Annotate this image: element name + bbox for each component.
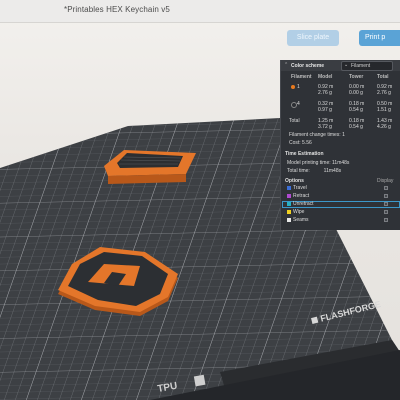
filament-1-tower-g: 0.00 g bbox=[349, 90, 363, 96]
retract-display-checkbox[interactable] bbox=[384, 194, 388, 198]
filament-4-total-g: 1.51 g bbox=[377, 107, 391, 113]
travel-swatch bbox=[287, 186, 291, 190]
filament-4-model-g: 0.97 g bbox=[318, 107, 332, 113]
col-total: Total bbox=[377, 74, 389, 80]
cost-value: Cost: 5.56 bbox=[289, 140, 312, 146]
collapse-icon[interactable]: ⌃ bbox=[284, 62, 288, 68]
unretract-swatch bbox=[287, 202, 291, 206]
col-model: Model bbox=[318, 74, 333, 80]
total-label: Total bbox=[289, 118, 300, 124]
chevron-down-icon: ⌄ bbox=[344, 62, 349, 68]
wipe-swatch bbox=[287, 210, 291, 214]
option-unretract: Unretract bbox=[293, 201, 314, 207]
filament-1-swatch bbox=[291, 85, 295, 89]
seams-swatch bbox=[287, 218, 291, 222]
filament-4-id: 4 bbox=[297, 101, 300, 107]
wipe-display-checkbox[interactable] bbox=[384, 210, 388, 214]
col-tower: Tower bbox=[349, 74, 364, 80]
filament-1-id: 1 bbox=[297, 84, 300, 90]
slice-statistics-panel: ⌃ Color scheme ⌄ Filament Filament Model… bbox=[280, 60, 400, 230]
filament-1-model-g: 2.76 g bbox=[318, 90, 332, 96]
option-wipe: Wipe bbox=[293, 209, 305, 215]
color-scheme-select[interactable]: ⌄ Filament bbox=[341, 61, 393, 71]
col-filament: Filament bbox=[291, 74, 312, 80]
filament-4-tower-g: 0.54 g bbox=[349, 107, 363, 113]
total-model-g: 3.72 g bbox=[318, 124, 332, 130]
option-travel: Travel bbox=[293, 185, 307, 191]
3d-viewport[interactable]: *Printables HEX Keychain v5 Slice plate … bbox=[0, 0, 400, 400]
total-total-g: 4.26 g bbox=[377, 124, 391, 130]
color-scheme-value: Filament bbox=[351, 63, 371, 69]
color-scheme-label: Color scheme bbox=[291, 63, 325, 69]
option-retract: Retract bbox=[293, 193, 310, 199]
rectangular-part bbox=[104, 150, 196, 184]
model-printing-time: Model printing time: 11m48s bbox=[287, 160, 350, 166]
filament-1-total-g: 2.76 g bbox=[377, 90, 391, 96]
filament-change-times: Filament change times: 1 bbox=[289, 132, 345, 138]
time-estimation-title: Time Estimation bbox=[285, 151, 324, 157]
option-seams: Seams bbox=[293, 217, 309, 223]
retract-swatch bbox=[287, 194, 291, 198]
display-column-label: Display bbox=[377, 178, 394, 184]
unretract-display-checkbox[interactable] bbox=[384, 202, 388, 206]
travel-display-checkbox[interactable] bbox=[384, 186, 388, 190]
color-scheme-header: ⌃ Color scheme ⌄ Filament bbox=[281, 60, 400, 71]
total-tower-g: 0.54 g bbox=[349, 124, 363, 130]
total-time: Total time: 11m48s bbox=[287, 168, 342, 174]
options-title: Options bbox=[285, 178, 304, 184]
seams-display-checkbox[interactable] bbox=[384, 218, 388, 222]
